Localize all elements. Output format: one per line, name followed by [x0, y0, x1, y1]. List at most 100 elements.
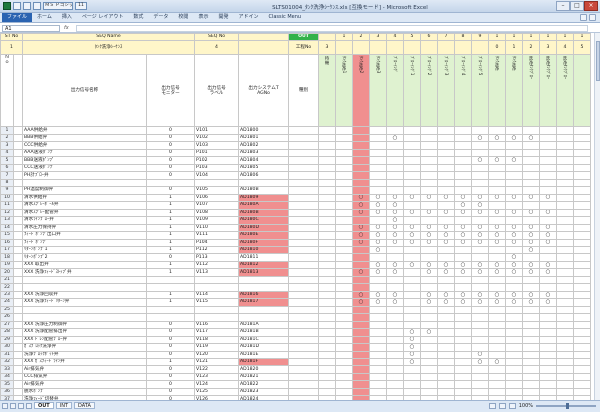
step-cell[interactable] [318, 186, 337, 195]
step-cell[interactable]: ○ [403, 238, 422, 248]
step-cell[interactable] [420, 357, 439, 367]
step-cell[interactable] [352, 335, 371, 345]
step-cell[interactable] [522, 320, 541, 330]
signal-name-cell[interactable]: AAA送液ﾎﾟﾝﾌﾟ [22, 148, 147, 158]
step-cell[interactable] [522, 357, 541, 367]
step-cell[interactable] [573, 148, 592, 158]
step-cell[interactable] [318, 133, 337, 143]
agno-cell[interactable]: AD181B [238, 328, 290, 337]
step-cell[interactable] [335, 268, 354, 277]
step-cell[interactable] [471, 387, 490, 397]
step-cell[interactable]: ○ [522, 290, 541, 300]
step-cell[interactable] [437, 201, 456, 210]
step-cell[interactable] [505, 320, 524, 330]
prev-sheet-icon[interactable] [10, 402, 16, 409]
help-icon[interactable] [589, 14, 596, 21]
agno-cell[interactable]: AD1823 [238, 387, 290, 397]
agno-cell[interactable] [238, 305, 290, 315]
step-cell[interactable] [454, 305, 473, 315]
step-cell[interactable]: ○ [386, 223, 405, 233]
step-cell[interactable]: ○ [505, 290, 524, 300]
step-cell[interactable] [471, 313, 490, 322]
step-cell[interactable] [573, 283, 592, 292]
step-cell[interactable] [335, 171, 354, 180]
step-cell[interactable] [352, 343, 371, 352]
step-cell[interactable] [539, 245, 558, 255]
step-cell[interactable] [454, 372, 473, 382]
out-label[interactable]: OUT [288, 33, 320, 42]
step-cell[interactable] [471, 275, 490, 285]
step-cell[interactable]: ○ [454, 298, 473, 307]
scroll-thumb[interactable] [596, 41, 600, 81]
step-cell[interactable]: ○ [369, 245, 388, 255]
step-cell[interactable] [369, 320, 388, 330]
row-number[interactable]: 35 [0, 380, 14, 389]
step-cell[interactable] [335, 126, 354, 135]
step-cell[interactable] [522, 163, 541, 173]
type-cell[interactable] [288, 133, 320, 143]
blank-cell[interactable] [13, 275, 23, 285]
agno-cell[interactable]: AD1809 [238, 193, 290, 203]
step-cell[interactable]: ○ [369, 290, 388, 300]
step-cell[interactable] [352, 245, 371, 255]
step-name-header[interactable]: 洗浄ﾀﾝｸﾌﾞﾛｰ [539, 54, 558, 128]
step-cell[interactable] [318, 163, 337, 173]
type-cell[interactable] [288, 193, 320, 203]
monitor-cell[interactable]: 0 [145, 328, 196, 337]
sheet-tab[interactable]: DATA [74, 402, 95, 409]
step-cell[interactable]: ○ [352, 208, 371, 218]
signal-name-cell[interactable]: AAA供給弁 [22, 126, 147, 135]
step-cell[interactable] [539, 163, 558, 173]
step-cell[interactable] [318, 372, 337, 382]
step-cell[interactable]: ○ [454, 238, 473, 248]
blank-cell[interactable] [13, 156, 23, 165]
blank-cell[interactable] [13, 216, 23, 225]
step-cell[interactable] [573, 275, 592, 285]
signal-name-cell[interactable] [22, 178, 147, 188]
agno-cell[interactable]: AD181E [238, 350, 290, 360]
type-cell[interactable] [288, 201, 320, 210]
step-cell[interactable] [505, 126, 524, 135]
step-cell[interactable] [352, 275, 371, 285]
type-cell[interactable] [288, 260, 320, 270]
step-cell[interactable] [556, 201, 575, 210]
step-cell[interactable] [369, 372, 388, 382]
normal-view-icon[interactable] [488, 403, 496, 409]
step-cell[interactable]: ○ [386, 290, 405, 300]
monitor-cell[interactable]: 1 [145, 223, 196, 233]
step-cell[interactable] [556, 163, 575, 173]
vertical-scrollbar[interactable] [594, 33, 600, 400]
step-cell[interactable] [522, 283, 541, 292]
monitor-cell[interactable]: 1 [145, 193, 196, 203]
step-cell[interactable] [335, 365, 354, 374]
step-cell[interactable] [420, 372, 439, 382]
seq-no-label[interactable]: SEQ No [194, 33, 240, 42]
step-cell[interactable] [471, 305, 490, 315]
step-cell[interactable] [522, 387, 541, 397]
step-cell[interactable] [386, 283, 405, 292]
step-cell[interactable] [318, 268, 337, 277]
step-cell[interactable] [403, 201, 422, 210]
step-cell[interactable]: ○ [522, 268, 541, 277]
step-cell[interactable] [318, 260, 337, 270]
step-cell[interactable] [420, 141, 439, 150]
step-cell[interactable] [420, 313, 439, 322]
step-cell[interactable] [403, 305, 422, 315]
step-cell[interactable] [454, 245, 473, 255]
step-cell[interactable] [539, 186, 558, 195]
step-cell[interactable] [318, 343, 337, 352]
step-cell[interactable] [539, 126, 558, 135]
step-cell[interactable]: ○ [505, 208, 524, 218]
agno-cell[interactable]: AD1800 [238, 126, 290, 135]
step-cell[interactable]: ○ [505, 133, 524, 143]
step-cell[interactable]: ○ [471, 298, 490, 307]
step-cell[interactable]: ○ [369, 193, 388, 203]
label-cell[interactable]: V122 [194, 365, 240, 374]
step-cell[interactable] [488, 335, 507, 345]
step-cell[interactable]: ○ [403, 260, 422, 270]
step-cell[interactable] [386, 365, 405, 374]
monitor-cell[interactable]: 0 [145, 372, 196, 382]
step-number-bottom[interactable]: 3 [539, 40, 558, 56]
label-cell[interactable]: V106 [194, 193, 240, 203]
step-cell[interactable] [488, 387, 507, 397]
